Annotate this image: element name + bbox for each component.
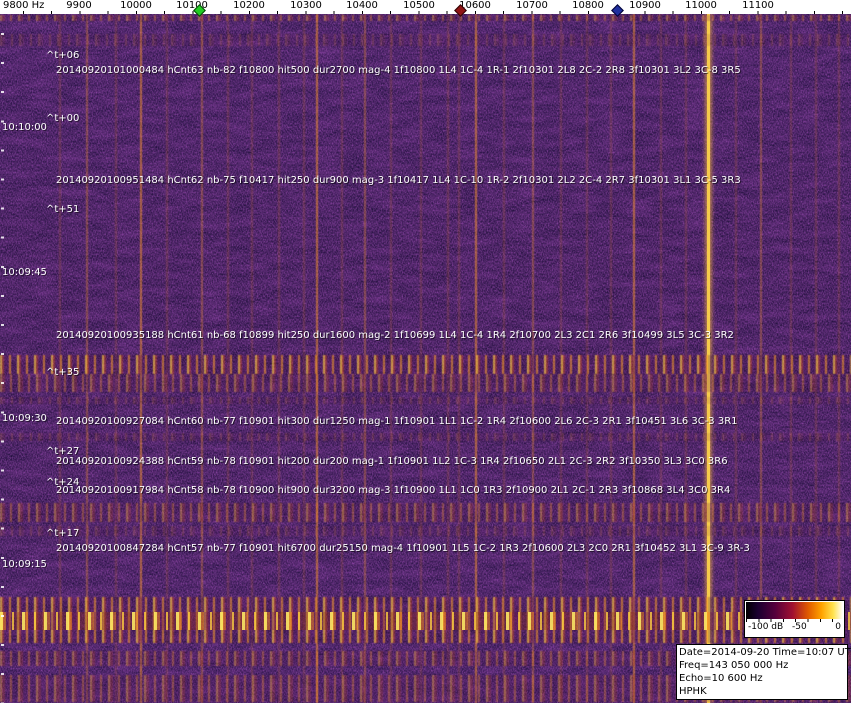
echo-band-bright [0,612,851,630]
time-marker-label: ^t+51 [46,204,80,215]
freq-label: 10700 [516,0,548,11]
status-info-box: Date=2014-09-20 Time=10:07 UTC Freq=143 … [676,644,851,700]
frequency-ruler: 9800 Hz 9900 10000 10100 10200 10300 104… [0,0,851,14]
freq-label: 9800 Hz [3,0,45,11]
time-label: 10:09:45 [2,267,47,278]
spectrogram-display: 10:10:00 10:09:45 10:09:30 10:09:15 ^t+0… [0,14,851,703]
time-label: 10:09:15 [2,559,47,570]
db-scale-label-max: 0 [835,622,841,632]
time-marker-label: ^t+17 [46,528,80,539]
freq-label: 10200 [233,0,265,11]
detection-log-line: 20140920101000484 hCnt63 nb-82 f10800 hi… [56,65,741,76]
time-marker-label: ^t+06 [46,50,80,61]
info-line-date-time: Date=2014-09-20 Time=10:07 UTC [679,647,851,658]
db-scale-labels: -100 dB -50 0 [746,622,843,635]
db-color-scale: -100 dB -50 0 [744,600,845,638]
freq-label: 10400 [346,0,378,11]
freq-label: 11000 [685,0,717,11]
freq-label: 10900 [629,0,661,11]
detection-log-line: 20140920100927084 hCnt60 nb-77 f10901 hi… [56,416,738,427]
time-marker-label: ^t+00 [46,113,80,124]
echo-band [0,15,851,21]
detection-log-line: 20140920100847284 hCnt57 nb-77 f10901 hi… [56,543,750,554]
echo-band [0,374,851,392]
time-label: 10:10:00 [2,122,47,133]
detection-log-line: 20140920100924388 hCnt59 nb-78 f10901 hi… [56,456,728,467]
info-line-station-id: HPHK [679,686,707,697]
echo-band [0,526,851,536]
echo-band [0,397,851,404]
freq-label: 11100 [742,0,774,11]
db-scale-label-mid: -50 [791,622,807,632]
freq-label: 9900 [66,0,92,11]
spectrogram-app-window: 9800 Hz 9900 10000 10100 10200 10300 104… [0,0,851,703]
detection-log-line: 20140920100935188 hCnt61 nb-68 f10899 hi… [56,330,734,341]
freq-label: 10500 [403,0,435,11]
freq-label: 10300 [290,0,322,11]
db-gradient-bar [746,602,843,619]
info-line-echo: Echo=10 600 Hz [679,673,763,684]
echo-band [0,355,851,374]
time-marker-label: ^t+35 [46,367,80,378]
echo-band [0,433,851,441]
freq-label: 10000 [120,0,152,11]
time-label: 10:09:30 [2,413,47,424]
db-scale-label-min: -100 dB [748,622,784,632]
freq-label: 10800 [572,0,604,11]
detection-log-line: 20140920100917984 hCnt58 nb-78 f10900 hi… [56,485,731,496]
echo-band [0,34,851,46]
detection-log-line: 20140920100951484 hCnt62 nb-75 f10417 hi… [56,175,741,186]
info-line-frequency: Freq=143 050 000 Hz [679,660,789,671]
echo-band [0,503,851,522]
